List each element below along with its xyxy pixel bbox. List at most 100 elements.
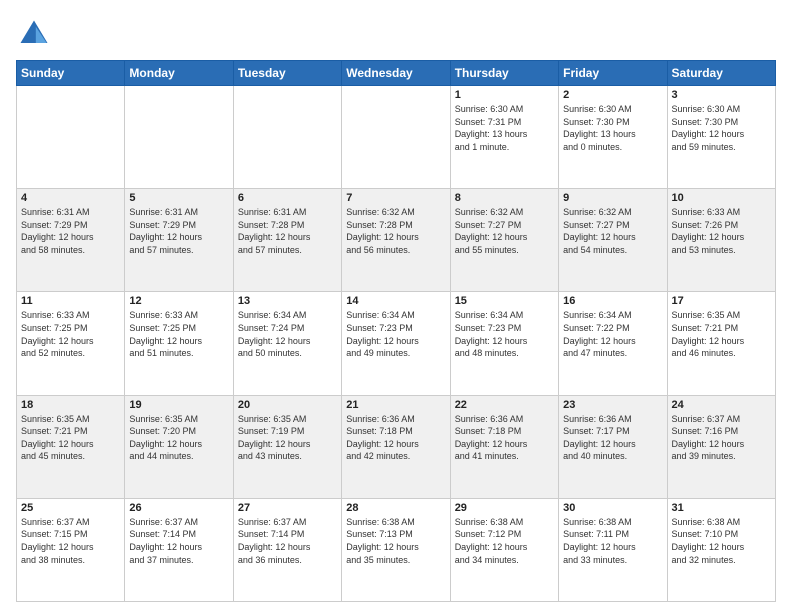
day-cell: 25 Sunrise: 6:37 AM Sunset: 7:15 PM Dayli… (17, 498, 125, 601)
logo-icon (16, 16, 52, 52)
page: SundayMondayTuesdayWednesdayThursdayFrid… (0, 0, 792, 612)
day-info: Sunrise: 6:32 AM Sunset: 7:27 PM Dayligh… (455, 206, 554, 256)
day-number: 21 (346, 399, 445, 411)
day-cell: 30Sunrise: 6:38 AM Sunset: 7:11 PM Dayli… (559, 498, 667, 601)
day-number: 25 (21, 502, 120, 514)
day-cell: 15 Sunrise: 6:34 AM Sunset: 7:23 PM Dayli… (450, 292, 558, 395)
day-info: Sunrise: 6:30 AM Sunset: 7:30 PM Dayligh… (672, 103, 771, 153)
day-cell: 10Sunrise: 6:33 AM Sunset: 7:26 PM Dayli… (667, 189, 775, 292)
day-cell: 19Sunrise: 6:35 AM Sunset: 7:20 PM Dayli… (125, 395, 233, 498)
day-info: Sunrise: 6:34 AM Sunset: 7:23 PM Dayligh… (346, 309, 445, 359)
day-cell: 2 Sunrise: 6:30 AM Sunset: 7:30 PM Daylig… (559, 86, 667, 189)
day-number: 15 (455, 295, 554, 307)
day-header-wednesday: Wednesday (342, 61, 450, 86)
calendar-table: SundayMondayTuesdayWednesdayThursdayFrid… (16, 60, 776, 602)
day-cell: 24Sunrise: 6:37 AM Sunset: 7:16 PM Dayli… (667, 395, 775, 498)
day-info: Sunrise: 6:33 AM Sunset: 7:25 PM Dayligh… (129, 309, 228, 359)
day-info: Sunrise: 6:32 AM Sunset: 7:27 PM Dayligh… (563, 206, 662, 256)
day-number: 5 (129, 192, 228, 204)
day-number: 9 (563, 192, 662, 204)
day-info: Sunrise: 6:30 AM Sunset: 7:31 PM Dayligh… (455, 103, 554, 153)
day-cell: 31Sunrise: 6:38 AM Sunset: 7:10 PM Dayli… (667, 498, 775, 601)
day-cell: 14Sunrise: 6:34 AM Sunset: 7:23 PM Dayli… (342, 292, 450, 395)
week-row-1: 1 Sunrise: 6:30 AM Sunset: 7:31 PM Daylig… (17, 86, 776, 189)
day-header-tuesday: Tuesday (233, 61, 341, 86)
day-number: 16 (563, 295, 662, 307)
week-row-2: 4 Sunrise: 6:31 AM Sunset: 7:29 PM Daylig… (17, 189, 776, 292)
day-number: 10 (672, 192, 771, 204)
day-number: 11 (21, 295, 120, 307)
day-header-thursday: Thursday (450, 61, 558, 86)
day-info: Sunrise: 6:34 AM Sunset: 7:24 PM Dayligh… (238, 309, 337, 359)
day-cell: 3 Sunrise: 6:30 AM Sunset: 7:30 PM Daylig… (667, 86, 775, 189)
day-cell: 4 Sunrise: 6:31 AM Sunset: 7:29 PM Daylig… (17, 189, 125, 292)
day-number: 18 (21, 399, 120, 411)
day-info: Sunrise: 6:31 AM Sunset: 7:29 PM Dayligh… (129, 206, 228, 256)
day-cell (125, 86, 233, 189)
day-info: Sunrise: 6:38 AM Sunset: 7:11 PM Dayligh… (563, 516, 662, 566)
day-info: Sunrise: 6:37 AM Sunset: 7:15 PM Dayligh… (21, 516, 120, 566)
day-number: 2 (563, 89, 662, 101)
calendar: SundayMondayTuesdayWednesdayThursdayFrid… (16, 60, 776, 602)
day-info: Sunrise: 6:31 AM Sunset: 7:29 PM Dayligh… (21, 206, 120, 256)
day-number: 13 (238, 295, 337, 307)
day-number: 4 (21, 192, 120, 204)
day-info: Sunrise: 6:33 AM Sunset: 7:25 PM Dayligh… (21, 309, 120, 359)
day-cell: 17 Sunrise: 6:35 AM Sunset: 7:21 PM Dayli… (667, 292, 775, 395)
day-cell: 28Sunrise: 6:38 AM Sunset: 7:13 PM Dayli… (342, 498, 450, 601)
day-number: 1 (455, 89, 554, 101)
calendar-header: SundayMondayTuesdayWednesdayThursdayFrid… (17, 61, 776, 86)
day-cell: 12 Sunrise: 6:33 AM Sunset: 7:25 PM Dayli… (125, 292, 233, 395)
day-cell (233, 86, 341, 189)
day-header-row: SundayMondayTuesdayWednesdayThursdayFrid… (17, 61, 776, 86)
week-row-3: 11 Sunrise: 6:33 AM Sunset: 7:25 PM Dayli… (17, 292, 776, 395)
day-info: Sunrise: 6:35 AM Sunset: 7:21 PM Dayligh… (21, 413, 120, 463)
day-number: 12 (129, 295, 228, 307)
day-number: 29 (455, 502, 554, 514)
day-info: Sunrise: 6:35 AM Sunset: 7:21 PM Dayligh… (672, 309, 771, 359)
calendar-body: 1 Sunrise: 6:30 AM Sunset: 7:31 PM Daylig… (17, 86, 776, 602)
day-cell: 8 Sunrise: 6:32 AM Sunset: 7:27 PM Daylig… (450, 189, 558, 292)
day-cell: 21 Sunrise: 6:36 AM Sunset: 7:18 PM Dayli… (342, 395, 450, 498)
day-cell: 1 Sunrise: 6:30 AM Sunset: 7:31 PM Daylig… (450, 86, 558, 189)
day-cell: 20 Sunrise: 6:35 AM Sunset: 7:19 PM Dayli… (233, 395, 341, 498)
day-cell: 26 Sunrise: 6:37 AM Sunset: 7:14 PM Dayli… (125, 498, 233, 601)
day-number: 19 (129, 399, 228, 411)
day-info: Sunrise: 6:34 AM Sunset: 7:23 PM Dayligh… (455, 309, 554, 359)
day-number: 20 (238, 399, 337, 411)
day-cell: 22Sunrise: 6:36 AM Sunset: 7:18 PM Dayli… (450, 395, 558, 498)
day-cell: 11 Sunrise: 6:33 AM Sunset: 7:25 PM Dayli… (17, 292, 125, 395)
day-info: Sunrise: 6:32 AM Sunset: 7:28 PM Dayligh… (346, 206, 445, 256)
day-number: 24 (672, 399, 771, 411)
day-cell: 5 Sunrise: 6:31 AM Sunset: 7:29 PM Daylig… (125, 189, 233, 292)
day-info: Sunrise: 6:38 AM Sunset: 7:12 PM Dayligh… (455, 516, 554, 566)
day-number: 22 (455, 399, 554, 411)
day-info: Sunrise: 6:35 AM Sunset: 7:19 PM Dayligh… (238, 413, 337, 463)
day-number: 31 (672, 502, 771, 514)
day-cell: 13 Sunrise: 6:34 AM Sunset: 7:24 PM Dayli… (233, 292, 341, 395)
day-number: 27 (238, 502, 337, 514)
day-cell: 18 Sunrise: 6:35 AM Sunset: 7:21 PM Dayli… (17, 395, 125, 498)
day-number: 6 (238, 192, 337, 204)
day-info: Sunrise: 6:34 AM Sunset: 7:22 PM Dayligh… (563, 309, 662, 359)
day-number: 7 (346, 192, 445, 204)
day-info: Sunrise: 6:36 AM Sunset: 7:17 PM Dayligh… (563, 413, 662, 463)
day-number: 17 (672, 295, 771, 307)
day-number: 28 (346, 502, 445, 514)
day-number: 3 (672, 89, 771, 101)
day-cell: 29 Sunrise: 6:38 AM Sunset: 7:12 PM Dayli… (450, 498, 558, 601)
day-number: 8 (455, 192, 554, 204)
day-cell: 16 Sunrise: 6:34 AM Sunset: 7:22 PM Dayli… (559, 292, 667, 395)
week-row-4: 18 Sunrise: 6:35 AM Sunset: 7:21 PM Dayli… (17, 395, 776, 498)
day-cell: 9 Sunrise: 6:32 AM Sunset: 7:27 PM Daylig… (559, 189, 667, 292)
day-header-saturday: Saturday (667, 61, 775, 86)
day-info: Sunrise: 6:37 AM Sunset: 7:14 PM Dayligh… (129, 516, 228, 566)
day-info: Sunrise: 6:31 AM Sunset: 7:28 PM Dayligh… (238, 206, 337, 256)
day-number: 26 (129, 502, 228, 514)
day-info: Sunrise: 6:30 AM Sunset: 7:30 PM Dayligh… (563, 103, 662, 153)
week-row-5: 25 Sunrise: 6:37 AM Sunset: 7:15 PM Dayli… (17, 498, 776, 601)
day-info: Sunrise: 6:36 AM Sunset: 7:18 PM Dayligh… (346, 413, 445, 463)
day-cell: 27Sunrise: 6:37 AM Sunset: 7:14 PM Dayli… (233, 498, 341, 601)
logo (16, 16, 56, 52)
day-header-friday: Friday (559, 61, 667, 86)
